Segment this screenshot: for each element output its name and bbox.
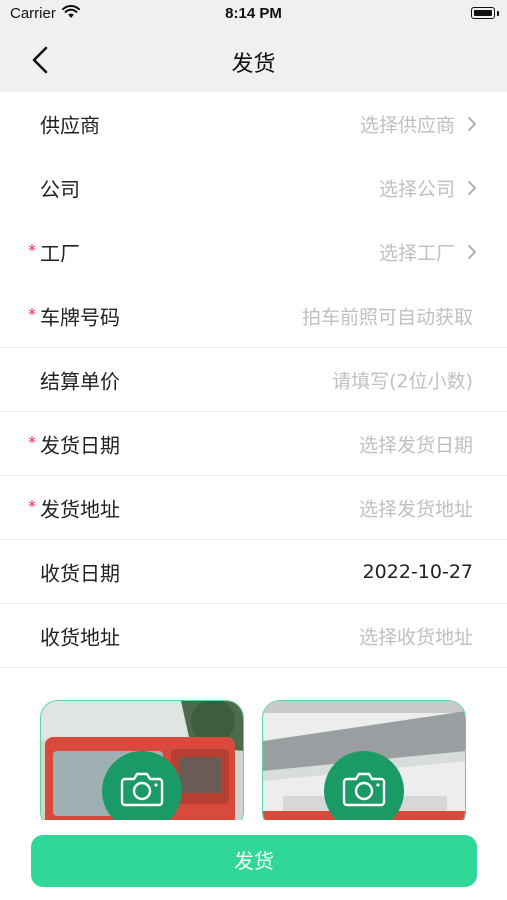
chevron-right-icon <box>468 245 476 259</box>
form-row-label: 工厂 <box>40 241 80 266</box>
form-row[interactable]: * 车牌号码 拍车前照可自动获取 <box>0 284 507 348</box>
cargo-photo[interactable] <box>262 700 466 830</box>
form-row-placeholder[interactable]: 选择公司 <box>379 175 455 202</box>
photo-section <box>0 700 507 830</box>
chevron-right-icon <box>468 117 476 131</box>
form-row-placeholder[interactable]: 选择供应商 <box>360 111 455 138</box>
form-row[interactable]: * 工厂 选择工厂 <box>0 220 507 284</box>
page-title: 发货 <box>231 52 276 77</box>
form-row[interactable]: 收货日期 2022-10-27 <box>0 540 507 604</box>
battery-tip <box>497 11 499 16</box>
status-bar: Carrier 8:14 PM <box>0 0 507 28</box>
form-row-label: 发货地址 <box>40 497 120 522</box>
camera-icon <box>120 772 164 807</box>
form-row-label: 发货日期 <box>40 433 120 458</box>
camera-icon <box>342 772 386 807</box>
submit-button[interactable]: 发货 <box>31 835 477 887</box>
required-marker: * <box>28 304 36 324</box>
form-row-placeholder[interactable]: 选择收货地址 <box>359 623 473 650</box>
form-row-label: 供应商 <box>40 113 100 138</box>
form-row[interactable]: * 发货日期 选择发货日期 <box>0 412 507 476</box>
required-marker: * <box>28 432 36 452</box>
form-row[interactable]: 结算单价 请填写(2位小数) <box>0 348 507 412</box>
submit-bar: 发货 <box>0 820 507 900</box>
form-row-placeholder[interactable]: 选择工厂 <box>379 239 455 266</box>
camera-button[interactable] <box>324 751 404 829</box>
form-row[interactable]: * 发货地址 选择发货地址 <box>0 476 507 540</box>
form-row-placeholder[interactable]: 请填写(2位小数) <box>332 367 473 394</box>
form-row-label: 收货日期 <box>40 561 120 586</box>
form-row-placeholder[interactable]: 选择发货地址 <box>359 495 473 522</box>
form-row-label: 公司 <box>40 177 80 202</box>
chevron-right-icon <box>468 181 476 195</box>
form-row-value[interactable]: 2022-10-27 <box>363 561 473 583</box>
form-row-label: 收货地址 <box>40 625 120 650</box>
battery-icon <box>471 7 495 19</box>
form-row-placeholder[interactable]: 选择发货日期 <box>359 431 473 458</box>
form-row[interactable]: 供应商 选择供应商 <box>0 92 507 156</box>
form-row[interactable]: 公司 选择公司 <box>0 156 507 220</box>
form-row-placeholder[interactable]: 拍车前照可自动获取 <box>302 303 473 330</box>
required-marker: * <box>28 496 36 516</box>
form-row-label: 结算单价 <box>40 369 120 394</box>
camera-button[interactable] <box>102 751 182 829</box>
truck-front-photo[interactable] <box>40 700 244 830</box>
shipment-form: 供应商 选择供应商 公司 选择公司 * 工厂 选择工厂 * 车牌号码 拍车前照可自动获取 结算单价请… <box>0 92 507 668</box>
status-time: 8:14 PM <box>225 5 282 22</box>
form-row[interactable]: 收货地址 选择收货地址 <box>0 604 507 668</box>
required-marker: * <box>28 240 36 260</box>
form-row-label: 车牌号码 <box>40 305 120 330</box>
nav-bar: 发货 <box>0 28 507 92</box>
